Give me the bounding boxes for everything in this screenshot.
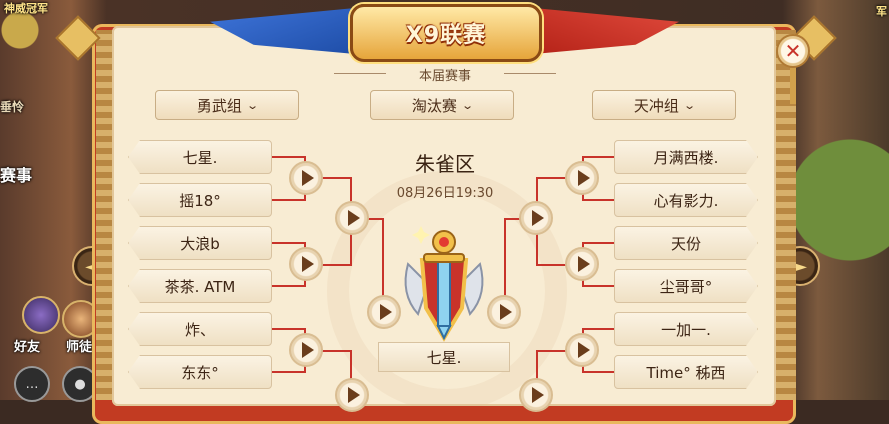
close-button[interactable]: ✕ [776, 34, 810, 68]
bracket-line [536, 264, 568, 266]
bracket-line [272, 199, 306, 201]
bracket-line [582, 328, 614, 330]
subtitle-divider-left [334, 73, 386, 74]
bracket-line [536, 177, 568, 179]
play-button-right-semifinal[interactable] [487, 295, 521, 329]
group-left-dropdown[interactable]: 勇武组 ⌄ [155, 90, 299, 120]
team-slot-right-3[interactable]: 天份 [614, 226, 758, 260]
bracket-line [272, 371, 306, 373]
bracket-line [582, 371, 614, 373]
close-icon: ✕ [784, 39, 802, 63]
sword-shield-trophy-icon [404, 226, 484, 342]
zone-name: 朱雀区 [415, 152, 475, 176]
bracket-line [582, 156, 614, 158]
team-slot-right-6[interactable]: Time° 秭西 [614, 355, 758, 389]
page-title: X9联赛 [405, 23, 487, 48]
bracket-line [582, 199, 614, 201]
subtitle-divider-right [504, 73, 556, 74]
champion-slot: 七星. [378, 342, 510, 372]
microphone-icon: ● [74, 376, 86, 392]
master-label: 师徒 [66, 340, 93, 355]
play-button-left-semifinal[interactable] [367, 295, 401, 329]
scene-mid-left-label: 垂怜 [0, 100, 25, 114]
bracket-line [272, 285, 306, 287]
play-button-right-r2-2[interactable] [519, 378, 553, 412]
chat-button[interactable]: … [14, 366, 50, 402]
team-slot-left-4[interactable]: 茶茶. ATM [128, 269, 272, 303]
chat-icon: … [25, 376, 39, 392]
bracket-line [536, 350, 568, 352]
bracket-line [382, 218, 384, 298]
team-slot-left-2[interactable]: 摇18° [128, 183, 272, 217]
friends-button[interactable] [22, 296, 60, 334]
stage-dropdown[interactable]: 淘汰赛 ⌄ [370, 90, 514, 120]
bracket-line [504, 218, 506, 298]
bracket-line [272, 328, 306, 330]
team-slot-left-1[interactable]: 七星. [128, 140, 272, 174]
bracket-line [272, 156, 306, 158]
bracket-line [582, 285, 614, 287]
team-slot-right-5[interactable]: 一加一. [614, 312, 758, 346]
tassel-decoration [790, 68, 796, 104]
bracket-line [322, 350, 352, 352]
bracket-line [582, 242, 614, 244]
scene-event-label: 赛事 [0, 166, 33, 185]
play-button-right-r2-1[interactable] [519, 201, 553, 235]
play-button-left-r2-2[interactable] [335, 378, 369, 412]
group-left-label: 勇武组 [196, 96, 242, 115]
bracket-line [350, 234, 352, 266]
bracket-line [322, 264, 352, 266]
team-slot-left-3[interactable]: 大浪b [128, 226, 272, 260]
play-button-left-r1-1[interactable] [289, 161, 323, 195]
team-slot-left-6[interactable]: 东东° [128, 355, 272, 389]
bracket-line [322, 177, 352, 179]
bracket-line [272, 242, 306, 244]
subtitle: 本届赛事 [334, 62, 556, 86]
stage-label: 淘汰赛 [411, 96, 457, 115]
match-time: 08月26日19:30 [396, 186, 494, 201]
team-slot-right-4[interactable]: 尘哥哥° [614, 269, 758, 303]
scene-top-right-label: 军 [876, 5, 887, 18]
play-button-left-r2-1[interactable] [335, 201, 369, 235]
play-button-right-r1-3[interactable] [565, 333, 599, 367]
group-right-label: 天冲组 [633, 96, 679, 115]
title-plate: X9联赛 [350, 4, 542, 62]
play-button-left-r1-3[interactable] [289, 333, 323, 367]
team-slot-left-5[interactable]: 炸、 [128, 312, 272, 346]
group-right-dropdown[interactable]: 天冲组 ⌄ [592, 90, 736, 120]
friends-label: 好友 [14, 340, 41, 355]
scene-top-left-label: 神威冠军 [4, 2, 48, 15]
chevron-down-icon: ⌄ [683, 98, 696, 112]
play-button-right-r1-2[interactable] [565, 247, 599, 281]
subtitle-label: 本届赛事 [410, 64, 479, 84]
team-slot-right-1[interactable]: 月满西楼. [614, 140, 758, 174]
bracket-line [536, 234, 538, 266]
chevron-down-icon: ⌄ [246, 98, 259, 112]
play-button-left-r1-2[interactable] [289, 247, 323, 281]
chevron-down-icon: ⌄ [461, 98, 474, 112]
play-button-right-r1-1[interactable] [565, 161, 599, 195]
team-slot-right-2[interactable]: 心有影力. [614, 183, 758, 217]
